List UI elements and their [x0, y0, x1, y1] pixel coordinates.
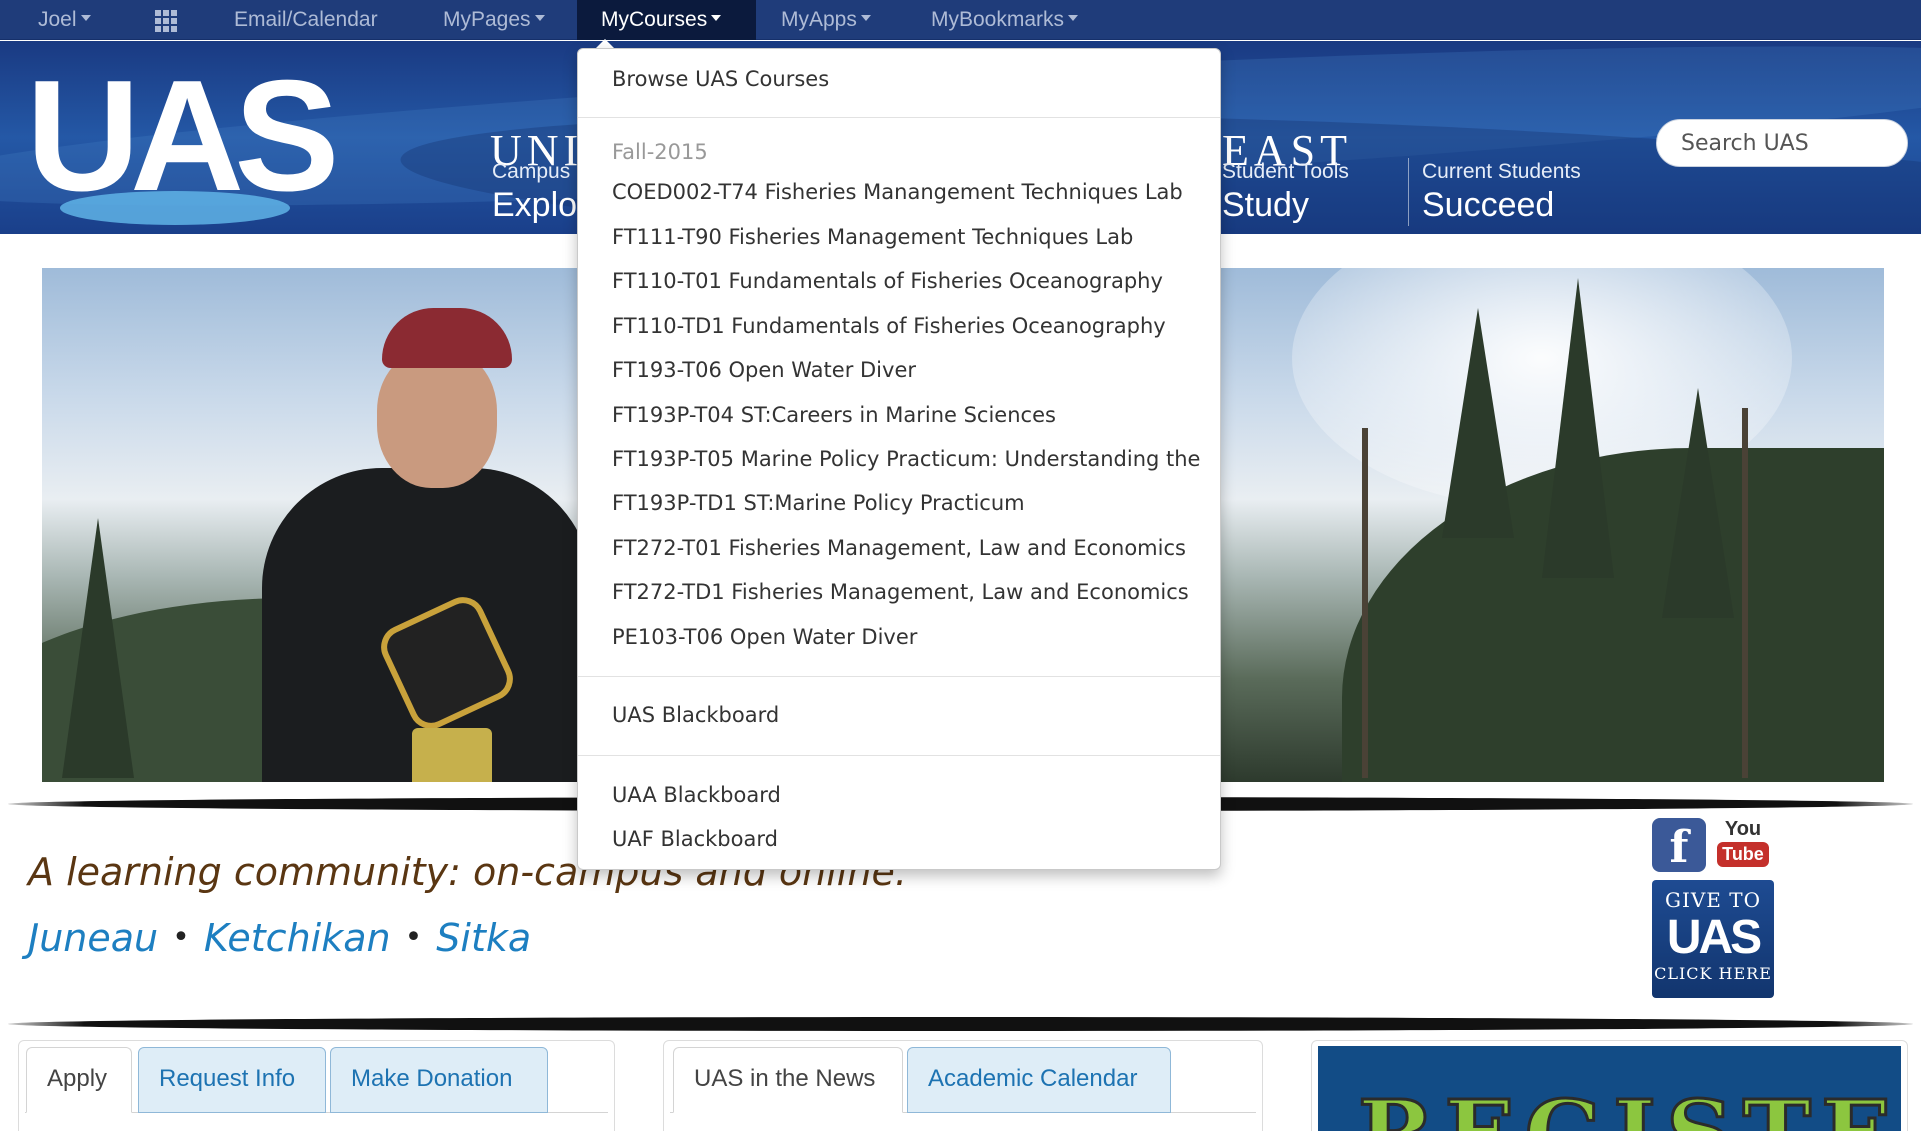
- youtube-icon[interactable]: You Tube: [1716, 818, 1770, 872]
- browse-uas-courses-link[interactable]: Browse UAS Courses: [612, 67, 829, 91]
- mycourses-dropdown: Browse UAS Courses Fall-2015 COED002-T74…: [577, 48, 1221, 870]
- course-link[interactable]: FT193P-TD1 ST:Marine Policy Practicum: [612, 491, 1025, 515]
- nav-small-label: Current Students: [1422, 160, 1581, 183]
- tab-academic-calendar[interactable]: Academic Calendar: [907, 1047, 1171, 1113]
- caret-down-icon: [711, 15, 722, 22]
- term-header: Fall-2015: [612, 140, 708, 164]
- facebook-icon[interactable]: f: [1652, 818, 1706, 873]
- menu-mycourses-label: MyCourses: [601, 8, 708, 31]
- tab-apply[interactable]: Apply: [26, 1047, 132, 1113]
- logo-swoosh: [60, 191, 290, 225]
- campus-link-ketchikan[interactable]: Ketchikan: [204, 916, 391, 960]
- user-menu[interactable]: Joel: [38, 0, 91, 40]
- nav-student-tools-study[interactable]: Student Tools Study: [1222, 160, 1349, 225]
- bullet-separator: •: [172, 920, 190, 955]
- hero-tree: [1662, 388, 1734, 618]
- user-name: Joel: [38, 8, 77, 31]
- bullet-separator: •: [404, 920, 423, 955]
- menu-myapps-label: MyApps: [781, 8, 857, 31]
- dropdown-divider: [578, 117, 1220, 118]
- nav-big-label: Study: [1222, 186, 1309, 224]
- hero-tree: [1542, 278, 1614, 578]
- menu-myapps[interactable]: MyApps: [781, 0, 871, 40]
- apps-grid-icon[interactable]: [155, 10, 177, 32]
- register-banner-text: REGISTER: [1357, 1083, 1901, 1131]
- menu-mycourses[interactable]: MyCourses: [577, 0, 756, 40]
- tab-request-info[interactable]: Request Info: [138, 1047, 326, 1113]
- register-banner[interactable]: REGISTER: [1318, 1046, 1901, 1131]
- course-link[interactable]: FT110-TD1 Fundamentals of Fisheries Ocea…: [612, 314, 1166, 338]
- give-to-uas-button[interactable]: GIVE TO UAS CLICK HERE: [1652, 880, 1774, 998]
- course-link[interactable]: FT193P-T04 ST:Careers in Marine Sciences: [612, 403, 1056, 427]
- course-link[interactable]: FT193P-T05 Marine Policy Practicum: Unde…: [612, 447, 1200, 471]
- menu-mybookmarks[interactable]: MyBookmarks: [931, 0, 1079, 40]
- hero-tree-trunk: [1742, 408, 1748, 778]
- caret-down-icon: [534, 15, 545, 22]
- nav-small-label: Student Tools: [1222, 160, 1349, 183]
- nav-divider: [1408, 158, 1409, 226]
- hero-person: [242, 308, 602, 782]
- course-link[interactable]: COED002-T74 Fisheries Manangement Techni…: [612, 180, 1183, 204]
- uaa-blackboard-link[interactable]: UAA Blackboard: [612, 783, 781, 807]
- uaf-blackboard-link[interactable]: UAF Blackboard: [612, 827, 778, 851]
- give-bottom-text: CLICK HERE: [1654, 964, 1772, 983]
- hero-tree: [62, 518, 134, 778]
- brush-divider: [8, 1017, 1913, 1031]
- caret-down-icon: [1068, 15, 1079, 22]
- course-link[interactable]: FT111-T90 Fisheries Management Technique…: [612, 225, 1133, 249]
- campus-link-sitka[interactable]: Sitka: [436, 916, 531, 960]
- tab-uas-in-the-news[interactable]: UAS in the News: [673, 1047, 903, 1113]
- menu-email-calendar[interactable]: Email/Calendar: [234, 0, 378, 40]
- dropdown-divider: [578, 676, 1220, 677]
- uas-blackboard-link[interactable]: UAS Blackboard: [612, 703, 779, 727]
- nav-campus-explore[interactable]: Campus Explo: [492, 160, 577, 225]
- hero-tree: [1442, 308, 1514, 538]
- course-link[interactable]: PE103-T06 Open Water Diver: [612, 625, 917, 649]
- top-nav-bar: Joel Email/Calendar MyPages MyCourses My…: [0, 0, 1921, 40]
- youtube-you-text: You: [1724, 818, 1762, 840]
- tab-make-donation[interactable]: Make Donation: [330, 1047, 548, 1113]
- youtube-tube-text: Tube: [1717, 842, 1769, 867]
- dropdown-divider: [578, 755, 1220, 756]
- course-link[interactable]: FT272-TD1 Fisheries Management, Law and …: [612, 580, 1189, 604]
- campus-links: Juneau • Ketchikan • Sitka: [28, 916, 531, 960]
- menu-mypages[interactable]: MyPages: [443, 0, 545, 40]
- search-input[interactable]: [1656, 119, 1908, 167]
- menu-mybookmarks-label: MyBookmarks: [931, 8, 1065, 31]
- caret-down-icon: [860, 15, 871, 22]
- course-link[interactable]: FT110-T01 Fundamentals of Fisheries Ocea…: [612, 269, 1163, 293]
- give-top-text: GIVE TO: [1664, 888, 1761, 912]
- nav-current-students-succeed[interactable]: Current Students Succeed: [1422, 160, 1581, 225]
- menu-mypages-label: MyPages: [443, 8, 531, 31]
- nav-big-label: Explo: [492, 186, 578, 224]
- caret-down-icon: [80, 15, 91, 22]
- course-link[interactable]: FT272-T01 Fisheries Management, Law and …: [612, 536, 1186, 560]
- nav-big-label: Succeed: [1422, 186, 1555, 224]
- nav-small-label: Campus: [492, 160, 571, 183]
- campus-link-juneau[interactable]: Juneau: [28, 916, 158, 960]
- give-logo-text: UAS: [1666, 911, 1762, 964]
- hero-tree-trunk: [1362, 428, 1368, 778]
- course-link[interactable]: FT193-T06 Open Water Diver: [612, 358, 916, 382]
